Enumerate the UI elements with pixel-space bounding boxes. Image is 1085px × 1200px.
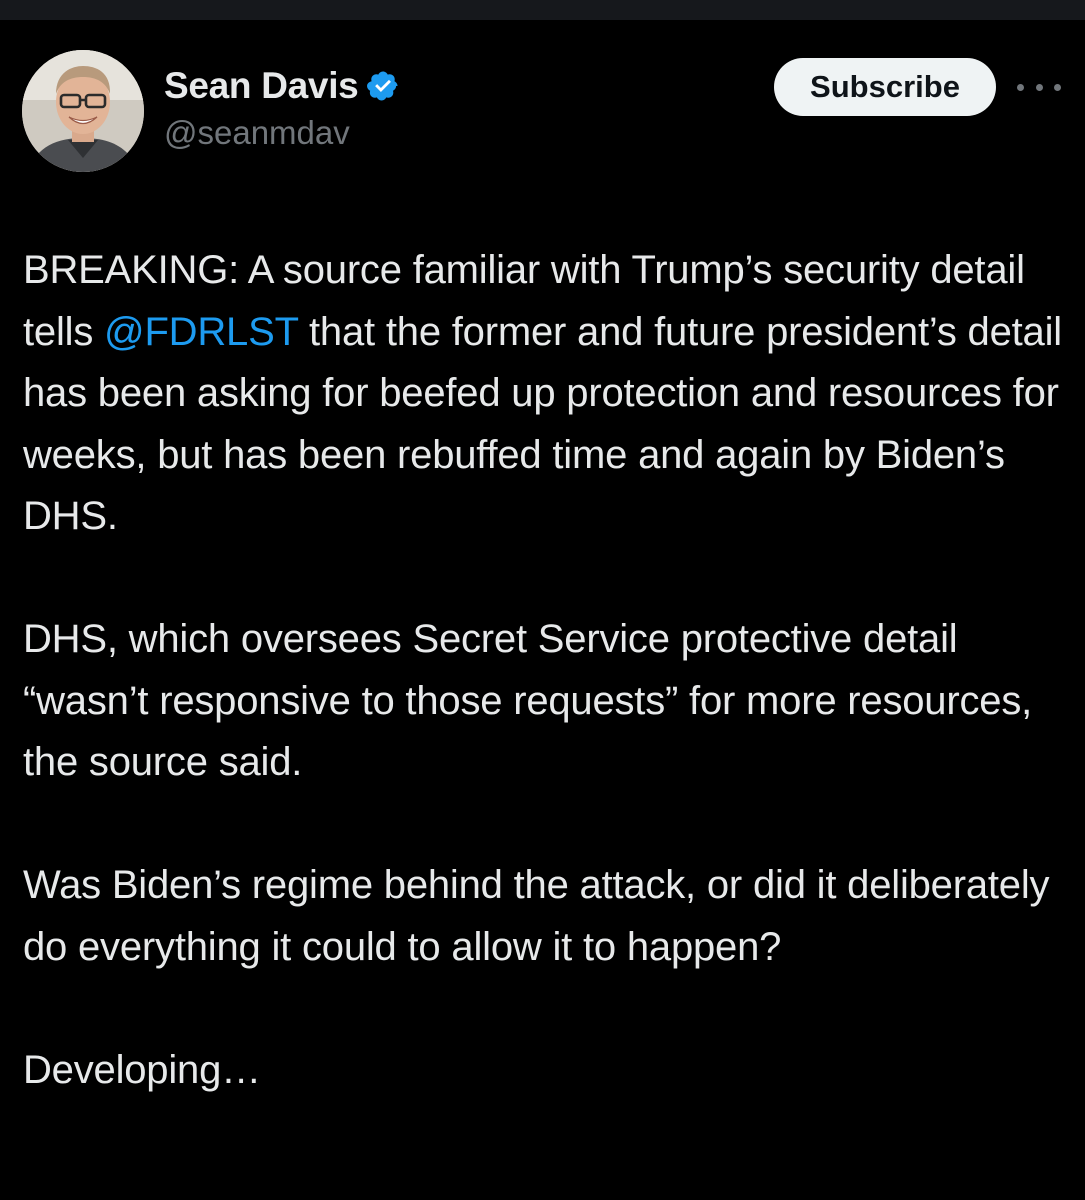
tweet-paragraph: Developing… — [23, 1047, 261, 1092]
mention-link[interactable]: @FDRLST — [104, 310, 298, 354]
more-horizontal-icon[interactable] — [1017, 72, 1061, 102]
author-handle[interactable]: @seanmdav — [164, 114, 400, 152]
author-block: Sean Davis @seanmdav — [164, 64, 400, 152]
tweet-paragraph: BREAKING: A source familiar with Trump’s… — [23, 240, 1073, 548]
name-row: Sean Davis — [164, 64, 400, 108]
tweet-paragraph: DHS, which oversees Secret Service prote… — [23, 617, 1033, 784]
verified-badge-icon[interactable] — [366, 69, 400, 103]
avatar-image — [22, 50, 144, 172]
tweet-text: BREAKING: A source familiar with Trump’s… — [23, 240, 1073, 1101]
avatar[interactable] — [22, 50, 144, 172]
tweet-header: Sean Davis @seanmdav Subscribe — [22, 50, 1062, 174]
more-dot — [1054, 83, 1061, 91]
subscribe-button[interactable]: Subscribe — [774, 58, 996, 116]
more-dot — [1017, 83, 1024, 91]
tweet-paragraph: Was Biden’s regime behind the attack, or… — [23, 863, 1050, 969]
more-dot — [1035, 83, 1043, 91]
author-name[interactable]: Sean Davis — [164, 65, 359, 107]
top-bar — [0, 0, 1085, 20]
